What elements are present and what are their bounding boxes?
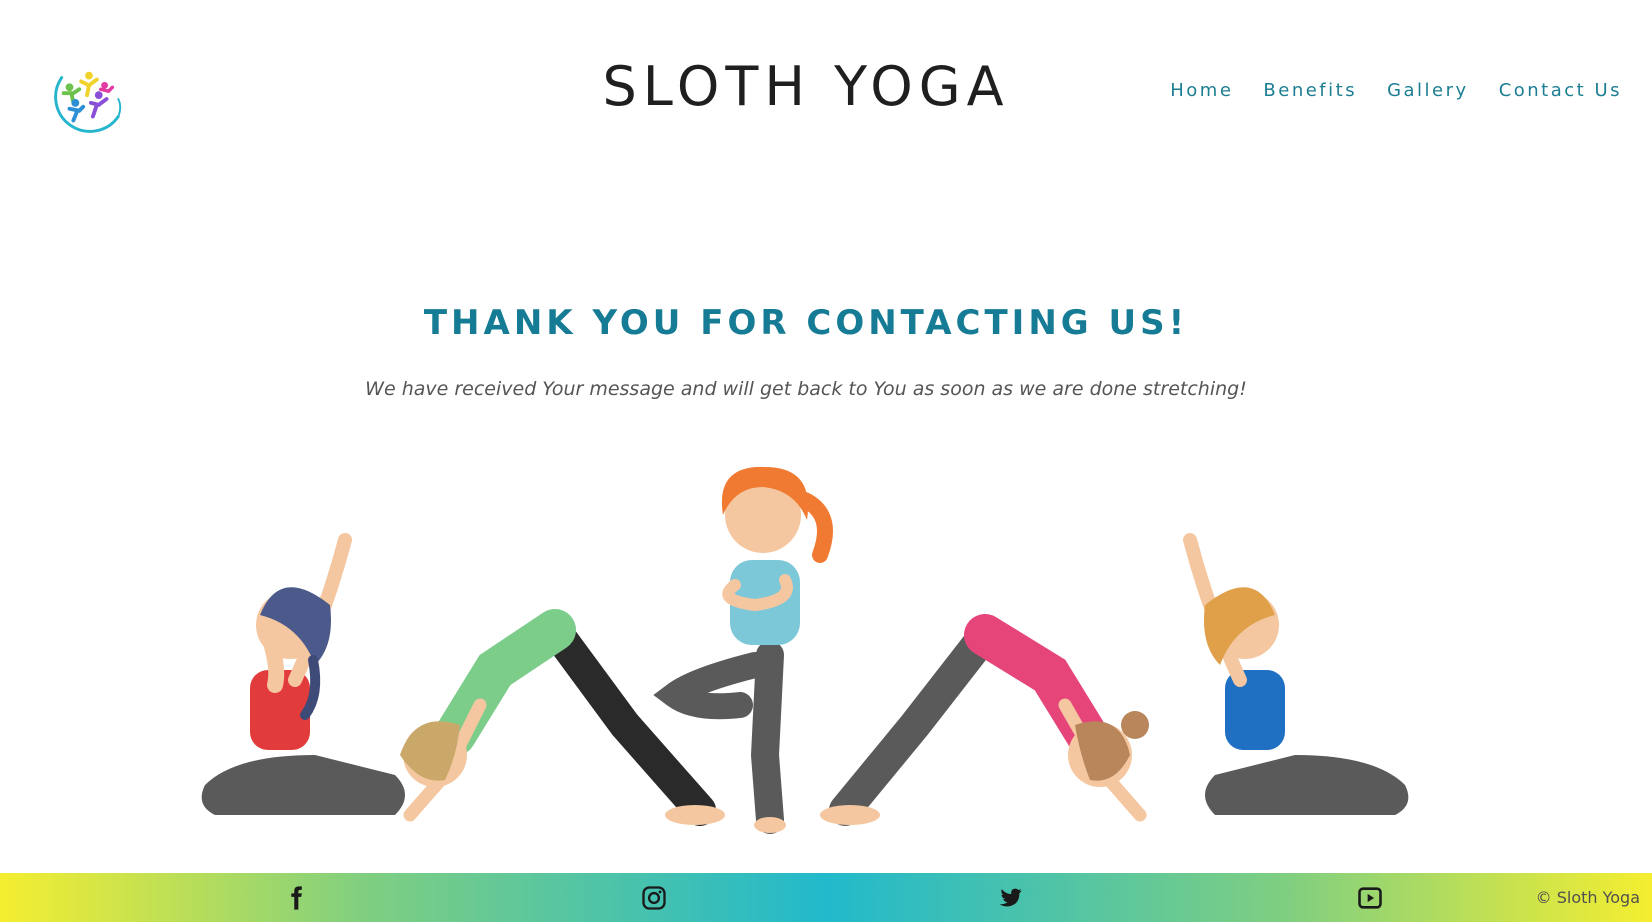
nav-gallery[interactable]: Gallery — [1387, 80, 1469, 101]
twitter-icon[interactable] — [996, 884, 1024, 912]
facebook-icon[interactable] — [282, 884, 310, 912]
nav-contact-us[interactable]: Contact Us — [1499, 80, 1622, 101]
yoga-figure-down-dog-left — [400, 609, 725, 826]
footer: © Sloth Yoga — [0, 873, 1652, 922]
nav-home[interactable]: Home — [1170, 80, 1233, 101]
confirmation-message: We have received Your message and will g… — [365, 378, 1247, 400]
instagram-icon[interactable] — [640, 884, 668, 912]
yoga-illustration — [201, 466, 1409, 834]
main-nav: Home Benefits Gallery Contact Us — [1170, 80, 1622, 101]
yoga-figure-left — [201, 533, 405, 815]
yoga-figure-right — [1183, 533, 1409, 815]
youtube-icon[interactable] — [1356, 884, 1384, 912]
copyright-text: © Sloth Yoga — [1535, 888, 1640, 907]
yoga-figure-down-dog-right — [820, 614, 1149, 826]
thank-you-heading: THANK YOU FOR CONTACTING US! — [423, 303, 1189, 343]
yoga-figure-center — [653, 466, 833, 834]
nav-benefits[interactable]: Benefits — [1263, 80, 1357, 101]
